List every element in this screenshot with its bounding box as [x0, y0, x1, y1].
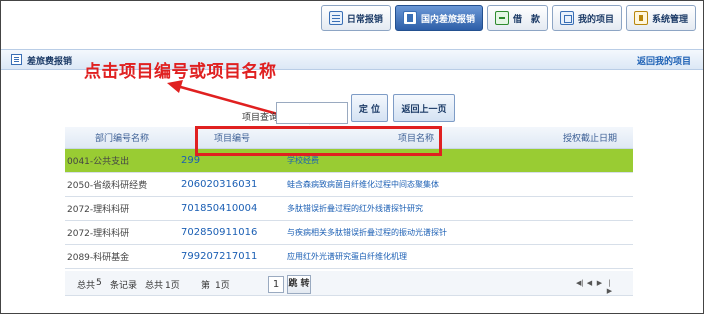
total-records: 5	[96, 278, 102, 288]
nav-system-admin-button[interactable]: 系统管理	[625, 5, 696, 31]
date-cell	[547, 148, 633, 173]
project-code-link[interactable]: 799207217011	[179, 244, 285, 269]
total-pages-label: 总共	[145, 281, 164, 291]
date-cell	[547, 196, 633, 221]
top-nav: 日常报销 国内差旅报销 借 款 我的项目 系统管理	[320, 5, 696, 31]
dept-cell: 2089-科研基金	[65, 244, 179, 269]
prev-page-icon[interactable]: ◀	[586, 279, 593, 287]
pager-controls: ◀| ◀ ▶ |▶	[576, 279, 613, 295]
table-row[interactable]: 2050-省级科研经费 206020316031 蛙含森病致病菌自纤维化过程中间…	[65, 172, 633, 197]
table-row[interactable]: 2072-理科科研 702850911016 与疾病相关多肽错误折叠过程的振动光…	[65, 220, 633, 245]
project-search-input[interactable]	[276, 102, 348, 124]
dept-cell: 2072-理科科研	[65, 220, 179, 245]
total-label: 总共	[77, 281, 96, 291]
last-page-icon[interactable]: |▶	[606, 279, 613, 295]
nav-label: 系统管理	[651, 14, 688, 25]
project-code-link[interactable]: 206020316031	[179, 172, 285, 197]
settings-icon	[633, 11, 648, 25]
project-code-link[interactable]: 702850911016	[179, 220, 285, 245]
column-header: 授权截止日期	[547, 127, 633, 149]
page-number-input[interactable]: 1	[268, 276, 284, 293]
first-page-icon[interactable]: ◀|	[576, 279, 584, 287]
project-name-link[interactable]: 蛙含森病致病菌自纤维化过程中间态聚集体	[285, 172, 547, 197]
date-cell	[547, 172, 633, 197]
project-name-link[interactable]: 多肽错误折叠过程的红外线谱探针研究	[285, 196, 547, 221]
loan-icon	[494, 11, 509, 25]
nav-label: 借 款	[512, 14, 540, 25]
project-code-link[interactable]: 701850410004	[179, 196, 285, 221]
date-cell	[547, 220, 633, 245]
nav-label: 我的项目	[577, 14, 614, 25]
dept-cell: 2050-省级科研经费	[65, 172, 179, 197]
current-page: 1页	[215, 281, 230, 291]
back-to-projects-link[interactable]: 返回我的项目	[637, 54, 691, 67]
jump-button[interactable]: 跳 转	[287, 275, 311, 294]
back-previous-button[interactable]: 返回上一页	[393, 94, 455, 122]
column-header: 部门编号名称	[65, 127, 179, 149]
project-name-link[interactable]: 应用红外光谱研究蛋白纤维化机理	[285, 244, 547, 269]
section-title: 差旅费报销	[27, 57, 73, 67]
table-row[interactable]: 2072-理科科研 701850410004 多肽错误折叠过程的红外线谱探针研究	[65, 196, 633, 221]
total-pages: 1页	[165, 281, 180, 291]
nav-daily-reimburse-button[interactable]: 日常报销	[320, 5, 391, 31]
nav-my-projects-button[interactable]: 我的项目	[551, 5, 622, 31]
nav-loan-button[interactable]: 借 款	[486, 5, 548, 31]
list-icon	[11, 54, 22, 65]
current-page-label: 第	[201, 281, 211, 291]
pagination-bar: 总共 5 条记录 总共 1页 第 1页 1 跳 转 ◀| ◀ ▶ |▶	[65, 271, 633, 296]
dept-cell: 0041-公共支出	[65, 148, 179, 173]
table-row[interactable]: 2089-科研基金 799207217011 应用红外光谱研究蛋白纤维化机理	[65, 244, 633, 269]
locate-button[interactable]: 定 位	[351, 94, 388, 122]
next-page-icon[interactable]: ▶	[596, 279, 603, 287]
nav-domestic-travel-button[interactable]: 国内差旅报销	[394, 5, 483, 31]
nav-label: 日常报销	[346, 14, 383, 25]
document-list-icon	[328, 11, 343, 25]
project-icon	[559, 11, 574, 25]
date-cell	[547, 244, 633, 269]
annotation-highlight-box	[195, 126, 442, 156]
project-name-link[interactable]: 与疾病相关多肽错误折叠过程的振动光谱探针	[285, 220, 547, 245]
nav-label: 国内差旅报销	[420, 14, 475, 25]
travel-doc-icon	[402, 11, 417, 25]
dept-cell: 2072-理科科研	[65, 196, 179, 221]
records-label: 条记录	[110, 281, 138, 291]
